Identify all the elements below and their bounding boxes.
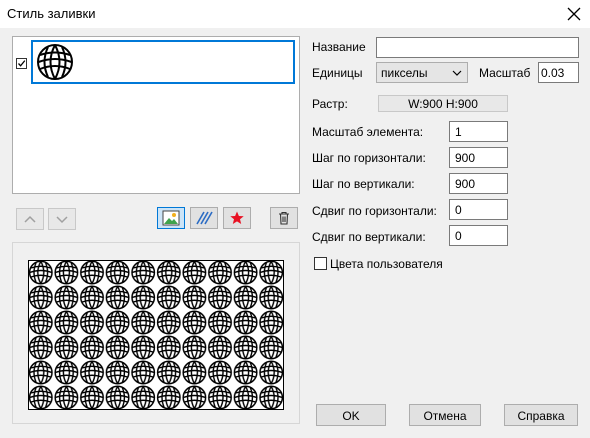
pattern-preview — [28, 260, 284, 410]
v-offset-input[interactable]: 0 — [449, 225, 508, 246]
chevron-down-icon — [452, 70, 462, 76]
checkmark-icon — [18, 60, 26, 67]
window-title: Стиль заливки — [7, 6, 96, 21]
globe-pattern-thumbnail — [37, 44, 73, 80]
chevron-down-icon — [56, 216, 68, 224]
raster-label: Растр: — [312, 97, 348, 111]
chevron-up-icon — [24, 215, 36, 223]
ok-button[interactable]: OK — [316, 404, 386, 426]
cancel-button[interactable]: Отмена — [409, 404, 481, 426]
units-select-value: пикселы — [381, 66, 428, 80]
units-select[interactable]: пикселы — [376, 62, 468, 83]
scale-input-value: 0.03 — [541, 66, 565, 80]
move-up-button[interactable] — [16, 208, 44, 230]
name-input[interactable] — [376, 37, 579, 58]
user-colors-label: Цвета пользователя — [330, 257, 443, 271]
pattern-item-selected[interactable] — [31, 40, 295, 84]
delete-button[interactable] — [270, 207, 298, 229]
v-step-label: Шаг по вертикали: — [312, 177, 415, 191]
help-button[interactable]: Справка — [504, 404, 578, 426]
move-down-button[interactable] — [48, 208, 76, 230]
close-icon — [567, 7, 581, 21]
symbol-fill-button[interactable] — [223, 207, 251, 229]
units-label: Единицы — [312, 66, 363, 80]
user-colors-checkbox[interactable] — [314, 257, 327, 270]
v-offset-label: Сдвиг по вертикали: — [312, 230, 426, 244]
image-icon — [162, 210, 180, 226]
hatch-icon — [196, 211, 213, 225]
scale-label: Масштаб — [479, 66, 531, 80]
close-button[interactable] — [562, 2, 586, 26]
name-label: Название — [312, 40, 366, 54]
h-offset-label: Сдвиг по горизонтали: — [312, 204, 437, 218]
element-scale-input[interactable]: 1 — [449, 121, 508, 142]
raster-size-value: W:900 H:900 — [378, 95, 508, 112]
hatch-fill-button[interactable] — [190, 207, 218, 229]
v-step-input[interactable]: 900 — [449, 173, 508, 194]
scale-input[interactable]: 0.03 — [538, 62, 579, 83]
h-step-input[interactable]: 900 — [449, 147, 508, 168]
h-step-label: Шаг по горизонтали: — [312, 151, 426, 165]
element-scale-label: Масштаб элемента: — [312, 125, 424, 139]
trash-icon — [279, 211, 289, 225]
star-icon — [230, 211, 244, 224]
raster-fill-button[interactable] — [157, 207, 185, 229]
pattern-item-checkbox[interactable] — [16, 58, 27, 69]
h-offset-input[interactable]: 0 — [449, 199, 508, 220]
